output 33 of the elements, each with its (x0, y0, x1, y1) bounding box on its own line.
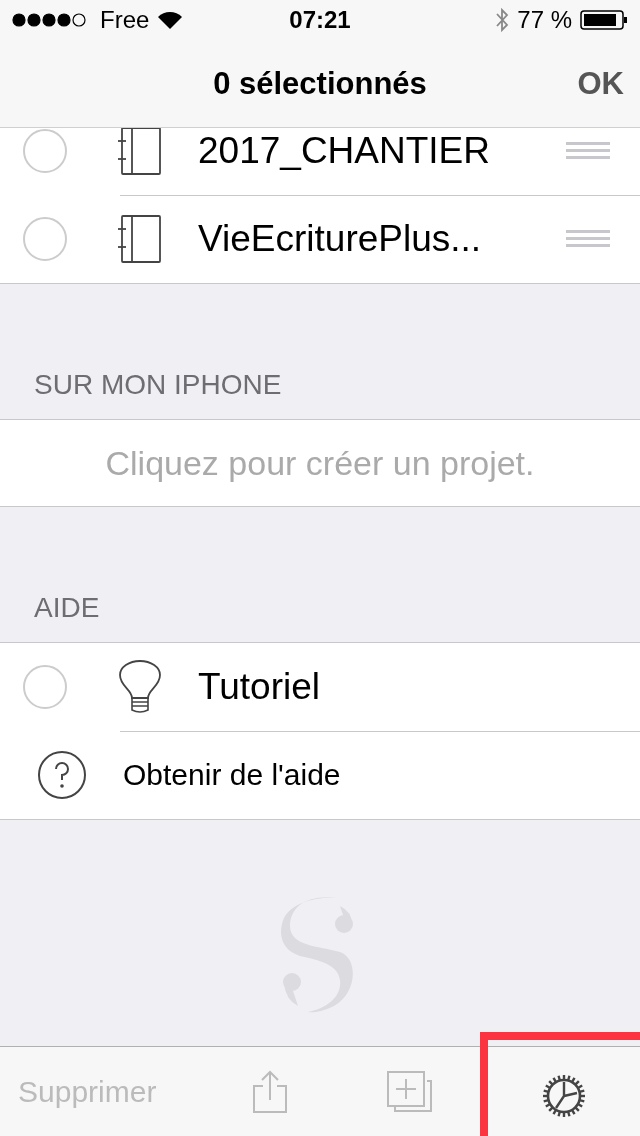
section-header: SUR MON IPHONE (33, 368, 283, 402)
nav-title: 0 sélectionnés (213, 66, 427, 102)
wifi-icon (157, 10, 184, 30)
bluetooth-icon (495, 7, 510, 33)
row-title: VieEcriturePlus... (198, 218, 483, 260)
settings-button[interactable] (480, 1032, 640, 1136)
list-row[interactable]: Obtenir de l'aide (0, 731, 640, 819)
row-title: Obtenir de l'aide (123, 758, 341, 792)
battery-percent: 77 % (517, 6, 572, 34)
help-icon (37, 750, 87, 800)
settings-icon (541, 1072, 587, 1119)
section-header: AIDE (33, 591, 101, 625)
list-row[interactable]: Tutoriel (0, 643, 640, 731)
list-row[interactable]: 2017_CHANTIER (0, 128, 640, 195)
clock-time: 07:21 (289, 6, 351, 34)
reorder-handle-icon[interactable] (566, 142, 610, 160)
share-button[interactable] (252, 1069, 288, 1114)
reorder-handle-icon[interactable] (566, 230, 610, 248)
carrier-name: Free (100, 6, 150, 34)
share-icon (252, 1069, 288, 1114)
selection-circle[interactable] (22, 664, 68, 710)
list-row[interactable]: VieEcriturePlus... (0, 195, 640, 283)
light-bulb-icon (118, 660, 162, 714)
row-title: Tutoriel (198, 666, 321, 708)
add-copy-icon (387, 1070, 433, 1113)
notebook-icon (118, 215, 162, 263)
ok-button[interactable]: OK (577, 66, 624, 102)
notebook-icon (118, 128, 162, 175)
selection-circle[interactable] (22, 128, 68, 174)
battery-icon (580, 10, 628, 30)
new-project-button[interactable] (387, 1070, 433, 1113)
selection-circle[interactable] (22, 216, 68, 262)
row-title: 2017_CHANTIER (198, 130, 491, 172)
